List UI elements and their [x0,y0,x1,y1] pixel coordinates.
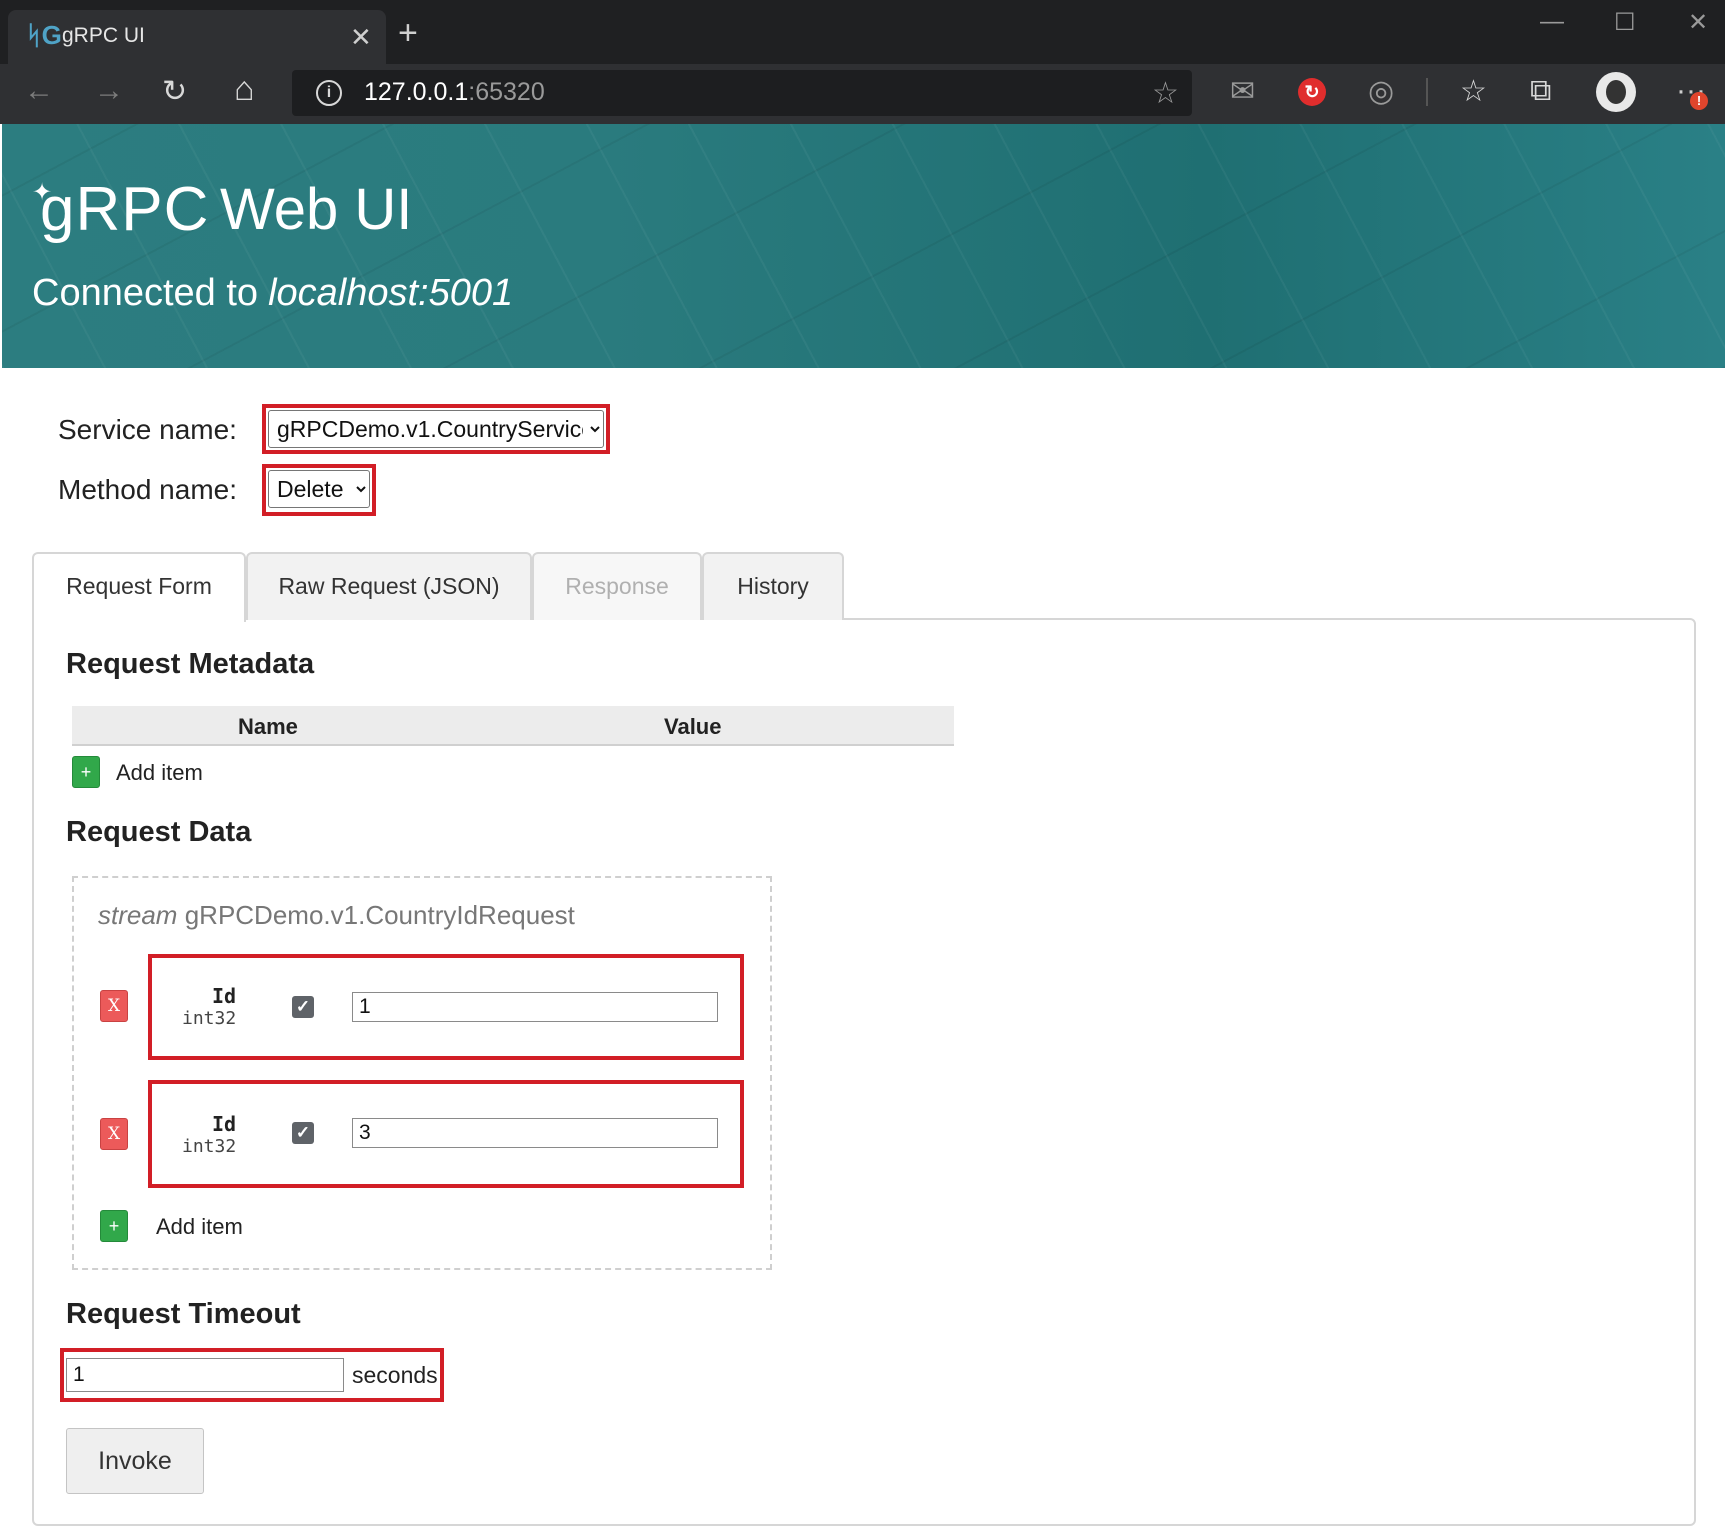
home-button[interactable]: ⌂ [234,70,255,109]
connected-host: localhost:5001 [268,272,514,314]
notification-badge: ! [1690,92,1708,110]
add-metadata-button[interactable]: + [72,756,100,788]
tab-close-icon[interactable]: ✕ [350,22,372,53]
request-data-heading: Request Data [66,816,252,848]
back-button[interactable]: ← [24,74,54,108]
tab-response[interactable]: Response [532,552,702,620]
app-title: Web UI [220,177,413,242]
metadata-heading: Request Metadata [66,648,315,680]
target-extension-icon[interactable]: ◎ [1368,74,1394,109]
method-name-label: Method name: [58,474,237,505]
minimize-button[interactable]: — [1540,8,1564,36]
profile-avatar-figure [1606,80,1626,104]
tab-raw-request[interactable]: Raw Request (JSON) [246,552,532,620]
tab-history[interactable]: History [702,552,844,620]
message-type-label: stream gRPCDemo.v1.CountryIdRequest [98,900,575,930]
refresh-button[interactable]: ↻ [162,74,187,109]
request-data-box [72,876,772,1270]
timeout-unit: seconds [352,1362,438,1388]
favorites-list-icon[interactable]: ☆ [1460,74,1487,109]
method-select[interactable]: Delete [268,470,370,508]
remove-item-button[interactable]: X [100,990,128,1022]
connected-label: Connected to [32,272,259,314]
invoke-button[interactable]: Invoke [66,1428,204,1494]
new-tab-button[interactable]: + [398,14,418,53]
metadata-col-value: Value [664,714,722,739]
toolbar-divider [1426,78,1428,106]
service-name-label: Service name: [58,414,237,445]
grpc-favicon-icon: ᛋG [26,20,62,50]
field-type: int32 [182,1136,237,1157]
field-set-checkbox[interactable]: ✓ [292,1122,314,1144]
timeout-heading: Request Timeout [66,1298,301,1330]
url-text[interactable]: 127.0.0.1:65320 [364,78,545,107]
field-type: int32 [182,1008,237,1029]
favorite-star-icon[interactable]: ☆ [1152,76,1179,111]
field-set-checkbox[interactable]: ✓ [292,996,314,1018]
add-request-item-button[interactable]: + [100,1210,128,1242]
header-banner [2,124,1725,368]
grpc-logo: gRPC [40,175,210,244]
field-value-input[interactable] [352,1118,718,1148]
service-select[interactable]: gRPCDemo.v1.CountryService [268,410,604,448]
field-name: Id [212,1112,237,1136]
add-request-item-label[interactable]: Add item [156,1214,243,1240]
metadata-table-header [72,706,954,746]
field-value-input[interactable] [352,992,718,1022]
sync-extension-icon[interactable]: ↻ [1298,78,1326,106]
tab-title: gRPC UI [62,24,145,47]
remove-item-button[interactable]: X [100,1118,128,1150]
metadata-col-name: Name [238,714,298,739]
timeout-input[interactable] [66,1358,344,1392]
window-close-button[interactable]: ✕ [1688,8,1708,37]
site-info-icon[interactable]: i [316,80,342,106]
tab-request-form[interactable]: Request Form [32,552,246,622]
forward-button[interactable]: → [94,74,124,108]
maximize-button[interactable]: ☐ [1614,8,1636,37]
collections-icon[interactable]: ⧉ [1530,74,1551,108]
mail-extension-icon[interactable]: ✉ [1230,74,1255,109]
field-name: Id [212,984,237,1008]
add-metadata-label[interactable]: Add item [116,760,203,786]
connection-status: Connected to localhost:5001 [32,272,513,315]
